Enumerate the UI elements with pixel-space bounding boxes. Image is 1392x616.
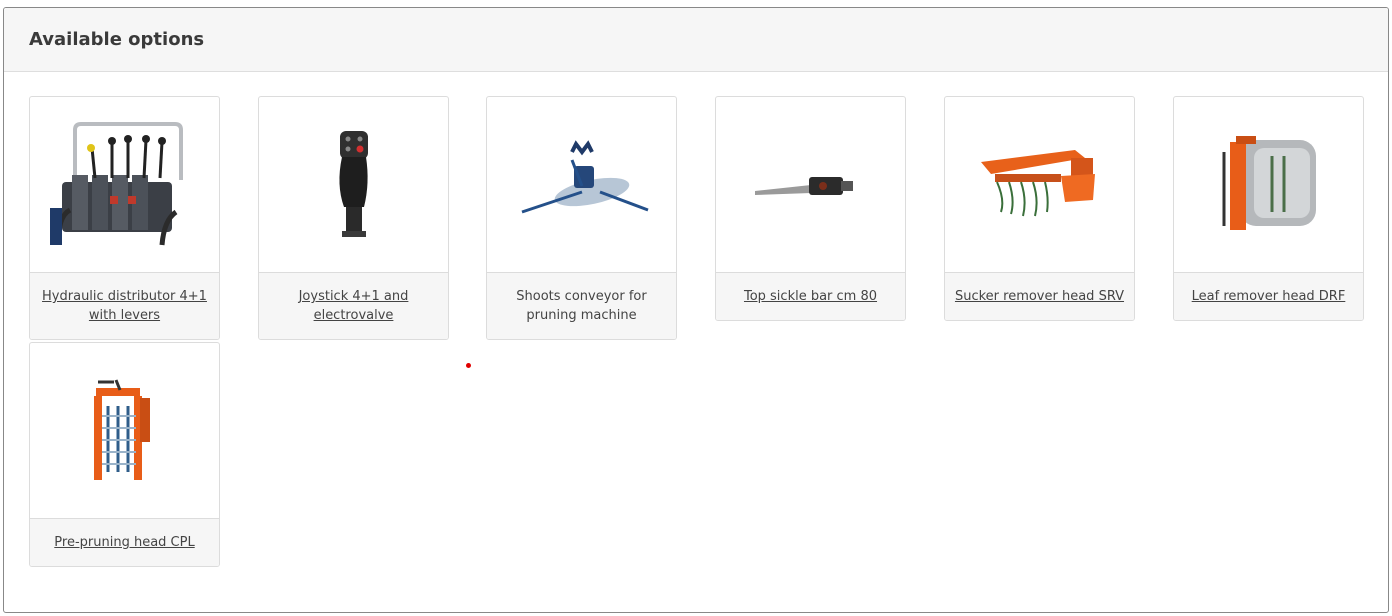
option-caption: Pre-pruning head CPL bbox=[30, 519, 219, 566]
sickle-bar-image[interactable] bbox=[716, 97, 905, 273]
option-card[interactable]: Top sickle bar cm 80 bbox=[715, 96, 906, 321]
sucker-remover-image[interactable] bbox=[945, 97, 1134, 273]
shoots-conveyor-image[interactable] bbox=[487, 97, 676, 273]
option-caption: Shoots conveyor for pruning machine bbox=[487, 273, 676, 339]
option-link[interactable]: Pre-pruning head CPL bbox=[54, 535, 194, 550]
leaf-remover-image[interactable] bbox=[1174, 97, 1363, 273]
panel-header: Available options bbox=[4, 8, 1388, 72]
option-caption: Joystick 4+1 and electrovalve bbox=[259, 273, 448, 339]
joystick-image[interactable] bbox=[259, 97, 448, 273]
option-link[interactable]: Hydraulic distributor 4+1 with levers bbox=[42, 289, 207, 323]
option-card[interactable]: Hydraulic distributor 4+1 with levers bbox=[29, 96, 220, 340]
option-card[interactable]: Leaf remover head DRF bbox=[1173, 96, 1364, 321]
option-caption: Sucker remover head SRV bbox=[945, 273, 1134, 320]
option-card[interactable]: Joystick 4+1 and electrovalve bbox=[258, 96, 449, 340]
option-card[interactable]: Sucker remover head SRV bbox=[944, 96, 1135, 321]
option-link[interactable]: Top sickle bar cm 80 bbox=[744, 289, 877, 304]
option-card[interactable]: Pre-pruning head CPL bbox=[29, 342, 220, 567]
panel-title: Available options bbox=[29, 29, 205, 50]
cursor-dot bbox=[466, 363, 471, 368]
option-link[interactable]: Joystick 4+1 and electrovalve bbox=[299, 289, 409, 323]
option-caption: Hydraulic distributor 4+1 with levers bbox=[30, 273, 219, 339]
option-link[interactable]: Leaf remover head DRF bbox=[1192, 289, 1346, 304]
option-caption: Leaf remover head DRF bbox=[1174, 273, 1363, 320]
hydraulic-distributor-image[interactable] bbox=[30, 97, 219, 273]
option-card[interactable]: Shoots conveyor for pruning machine bbox=[486, 96, 677, 340]
pre-pruning-head-image[interactable] bbox=[30, 343, 219, 519]
option-label: Shoots conveyor for pruning machine bbox=[516, 289, 647, 323]
option-caption: Top sickle bar cm 80 bbox=[716, 273, 905, 320]
option-link[interactable]: Sucker remover head SRV bbox=[955, 289, 1124, 304]
